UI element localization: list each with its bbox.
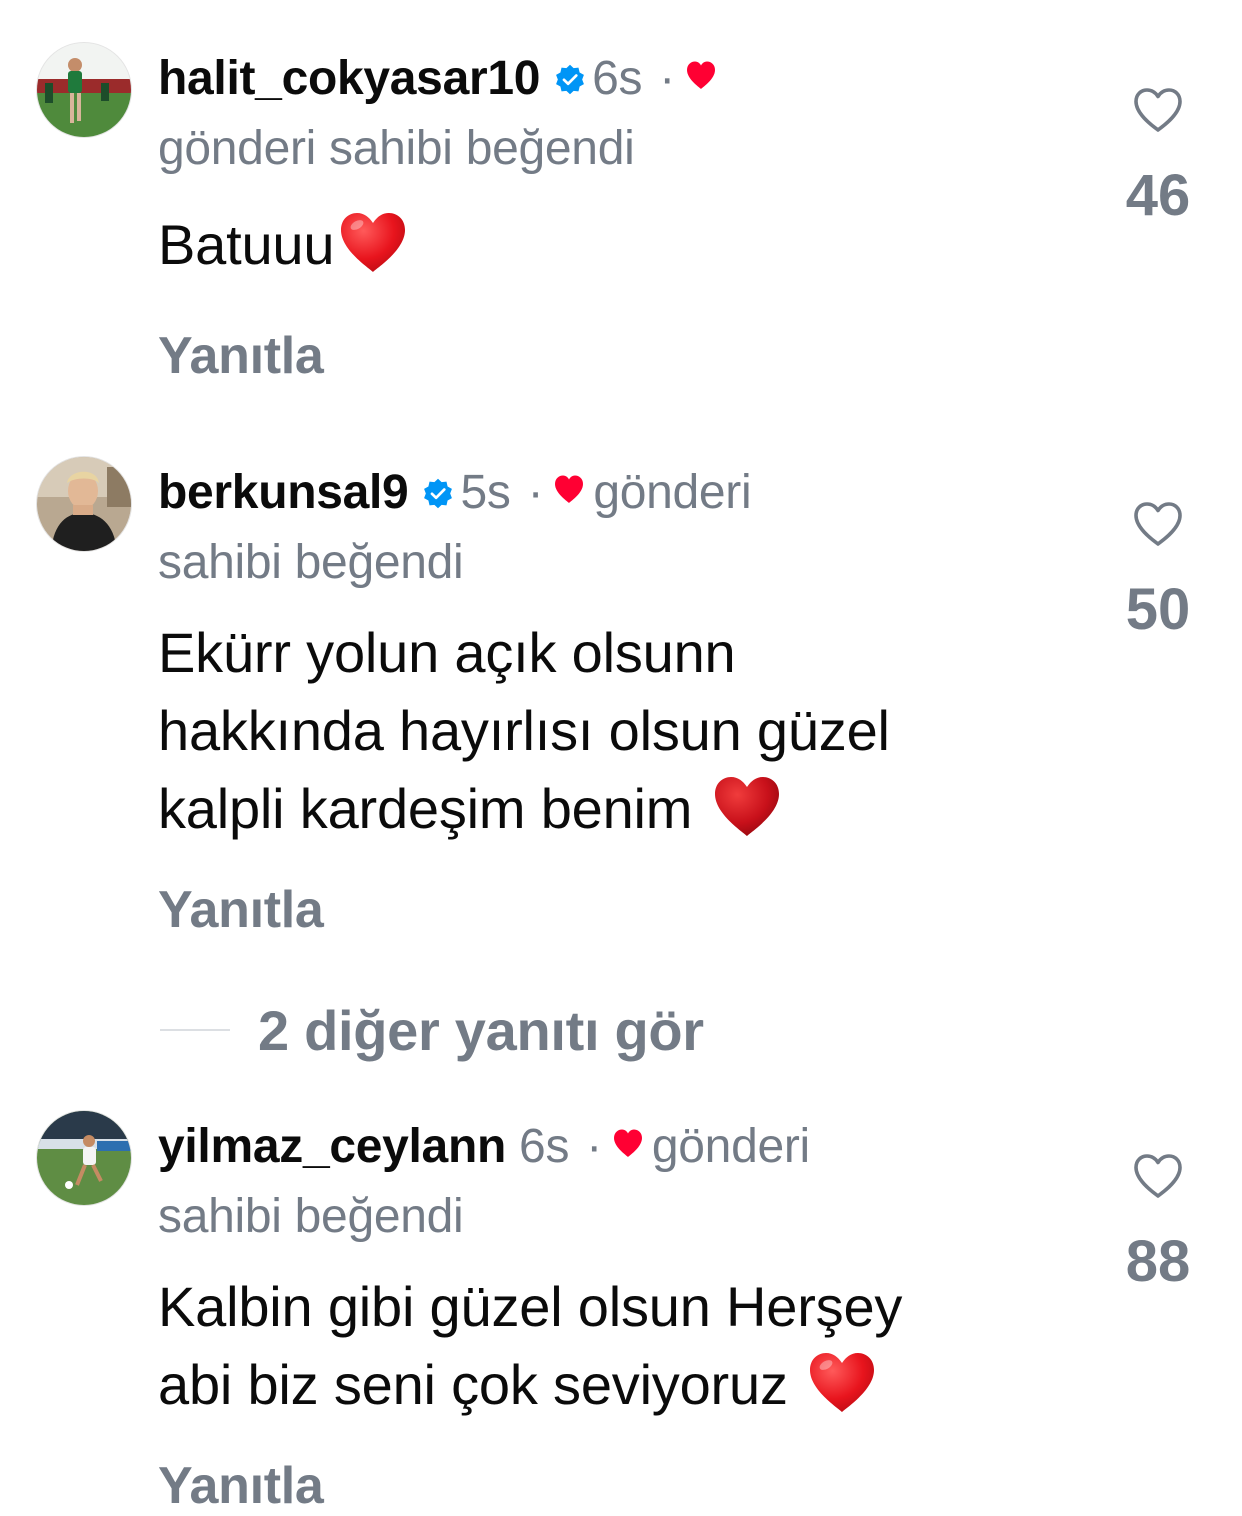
reply-button[interactable]: Yanıtla [158,1456,1058,1516]
comment-text: Kalbin gibi güzel olsun Herşey abi biz s… [158,1268,1058,1424]
like-heart-icon[interactable] [1132,86,1184,134]
comment-text-line: Kalbin gibi güzel olsun Herşey [158,1275,903,1338]
comment-meta: berkunsal9 5s · gönderi [158,458,1058,528]
like-heart-icon[interactable] [1132,500,1184,548]
comment-text: Batuuu [158,206,1058,284]
separator-dot: · [659,52,675,105]
like-count: 88 [1125,1229,1191,1294]
divider-line [160,1029,230,1031]
comment-time: 6s [519,1120,570,1173]
like-column: 50 [1110,500,1206,640]
liked-by-author: sahibi beğendi [158,528,1058,598]
reply-button[interactable]: Yanıtla [158,880,1058,940]
username[interactable]: halit_cokyasar10 [158,52,540,105]
author-liked-heart-icon [555,475,584,503]
heart-emoji-icon [341,213,406,272]
comment-time: 6s [592,52,643,105]
avatar[interactable] [36,42,132,138]
comment-text-line-with-emoji: abi biz seni çok seviyoruz [158,1346,1058,1424]
author-liked-heart-icon [686,61,715,89]
separator-dot: · [586,1120,602,1173]
comment-text-line: Ekürr yolun açık olsunn [158,621,736,684]
heart-emoji-icon [714,777,779,836]
like-column: 46 [1110,86,1206,226]
comment-time: 5s [460,466,511,519]
like-count: 50 [1125,577,1191,642]
comment-meta: halit_cokyasar10 6s · [158,44,1058,114]
liked-by-author-text: sahibi beğendi [158,536,464,589]
author-liked-heart-icon [613,1129,642,1157]
avatar[interactable] [36,456,132,552]
heart-emoji-icon [810,1353,875,1412]
username[interactable]: berkunsal9 [158,466,409,519]
like-count: 46 [1125,163,1191,228]
like-column: 88 [1110,1152,1206,1292]
liked-by-author: sahibi beğendi [158,1182,1058,1252]
liked-by-author-text: gönderi sahibi beğendi [158,122,635,175]
verified-badge-icon [424,478,453,509]
view-more-replies[interactable]: 2 diğer yanıtı gör [160,998,704,1063]
comment-text-line: hakkında hayırlısı olsun güzel [158,699,890,762]
comment-text: Ekürr yolun açık olsunn hakkında hayırlı… [158,614,1058,848]
liked-by-author-text: gönderi [593,466,752,519]
avatar[interactable] [36,1110,132,1206]
liked-by-author: gönderi sahibi beğendi [158,114,1058,184]
liked-by-author-text: gönderi [651,1120,810,1173]
comment-meta: yilmaz_ceylann 6s · gönderi [158,1112,1058,1182]
separator-dot: · [527,466,544,519]
verified-badge-icon [556,64,585,95]
liked-by-author-text: sahibi beğendi [158,1190,464,1243]
comment-text-line: kalpli kardeşim benim [158,777,693,840]
comment-text-line: abi biz seni çok seviyoruz [158,1353,788,1416]
view-more-replies-label[interactable]: 2 diğer yanıtı gör [258,998,704,1063]
comment-text-line-with-emoji: kalpli kardeşim benim [158,770,1058,848]
comment-text-line: Batuuu [158,213,335,276]
like-heart-icon[interactable] [1132,1152,1184,1200]
reply-button[interactable]: Yanıtla [158,326,1058,386]
username[interactable]: yilmaz_ceylann [158,1120,506,1173]
